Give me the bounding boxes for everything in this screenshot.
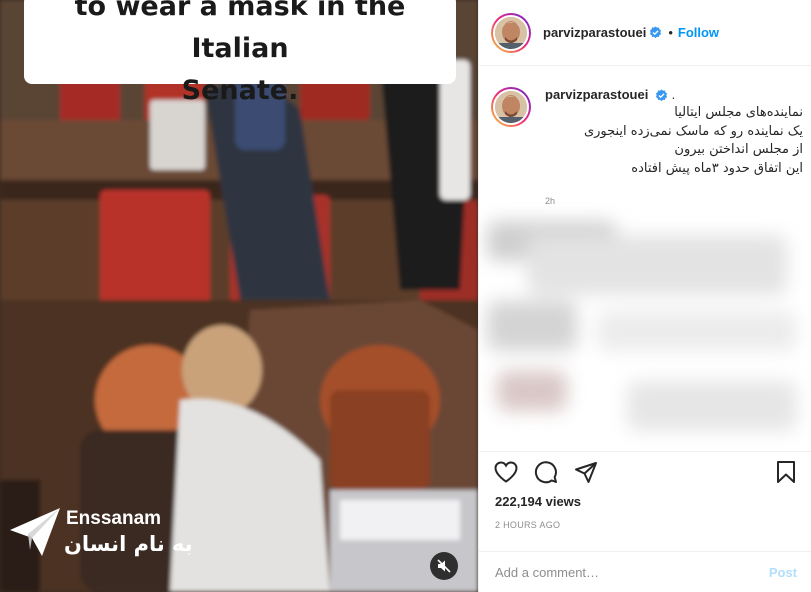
verified-badge-icon [650,26,662,39]
caption-line: نماینده‌های مجلس ایتالیا [674,105,803,120]
blurred-comments [487,221,807,451]
send-icon [575,462,597,483]
video-caption-line-1: to wear a mask in the Italian [74,0,406,64]
speaker-muted-icon [437,559,451,573]
verified-badge-icon [655,89,668,102]
action-icons [479,452,811,492]
caption-text: نماینده‌های مجلس ایتالیا یک نماینده رو ک… [545,104,803,178]
comment-button[interactable] [533,459,559,485]
caption-body: parvizparastouei . نماینده‌های مجلس ایتا… [545,87,803,206]
watermark-farsi: به نام انسان [64,532,193,556]
caption-row: parvizparastouei . نماینده‌های مجلس ایتا… [479,67,811,206]
post-timestamp[interactable]: 2 HOURS AGO [495,520,560,530]
watermark-latin: Enssanam [66,508,162,529]
video-caption: to wear a mask in the Italian Senate. [24,0,456,106]
follow-button[interactable]: Follow [678,25,719,40]
caption-trailing-dot: . [671,87,676,102]
channel-watermark: Enssanam به نام انسان [8,500,198,570]
profile-photo [495,16,527,49]
profile-photo [495,91,527,123]
add-comment-bar: Post [479,551,811,592]
post-comment-button[interactable]: Post [769,565,797,580]
paper-plane-logo-icon [10,508,60,556]
caption-line: این اتفاق حدود ۳ماه پیش افتاده [631,160,803,176]
save-button[interactable] [773,459,799,485]
caption-line: از مجلس انداختن بیرون [674,142,803,157]
post-video[interactable]: to wear a mask in the Italian Senate. En… [0,0,478,592]
share-button[interactable] [573,459,599,485]
avatar[interactable] [491,12,531,53]
video-caption-line-2: Senate. [181,75,299,106]
heart-icon [494,461,518,483]
bookmark-icon [777,461,795,483]
caption-avatar[interactable] [491,87,531,127]
like-button[interactable] [493,459,519,485]
caption-author: parvizparastouei . [545,87,803,102]
post-actions: 222,194 views 2 HOURS AGO Post [479,451,811,592]
header-separator: • [668,25,673,40]
comment-input[interactable] [495,565,769,580]
caption-line: یک نماینده رو که ماسک نمی‌زده اینجوری [583,123,803,139]
post-sidebar: parvizparastouei • Follow parvizparastou… [478,0,811,592]
caption-age: 2h [545,196,556,206]
caption-username[interactable]: parvizparastouei [545,87,648,102]
header-username[interactable]: parvizparastouei [543,25,646,40]
comment-icon [534,461,557,484]
mute-button[interactable] [430,552,458,580]
view-count[interactable]: 222,194 views [495,494,581,509]
instagram-post: to wear a mask in the Italian Senate. En… [0,0,811,592]
post-header: parvizparastouei • Follow [479,0,811,66]
comments-area: parvizparastouei . نماینده‌های مجلس ایتا… [479,67,811,451]
